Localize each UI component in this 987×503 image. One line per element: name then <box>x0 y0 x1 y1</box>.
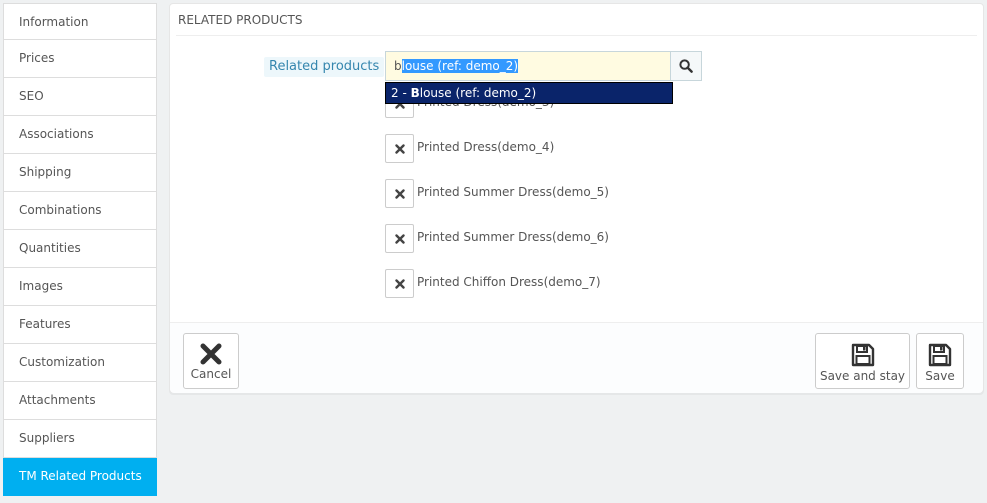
related-product-name: Printed Summer Dress(demo_6) <box>417 230 609 244</box>
tab-tm-related-products[interactable]: TM Related Products <box>3 458 157 496</box>
search-icon <box>679 59 693 73</box>
panel-footer: Cancel Save and stay Save <box>170 322 983 393</box>
save-icon <box>851 343 874 367</box>
search-button[interactable] <box>670 51 702 81</box>
cancel-button[interactable]: Cancel <box>183 333 239 389</box>
tab-information[interactable]: Information <box>3 3 157 40</box>
close-icon <box>394 278 405 289</box>
suggestion-prefix: 2 - <box>391 86 411 100</box>
search-autocomplete-selection: louse (ref: demo_2) <box>401 59 519 73</box>
related-products-panel: RELATED PRODUCTS Related products blouse… <box>169 3 984 393</box>
tab-seo[interactable]: SEO <box>3 78 157 116</box>
close-icon <box>200 343 222 365</box>
tab-quantities[interactable]: Quantities <box>3 230 157 268</box>
tab-features[interactable]: Features <box>3 306 157 344</box>
save-label: Save <box>925 369 955 383</box>
remove-button[interactable] <box>385 134 414 163</box>
autocomplete-suggestion[interactable]: 2 - Blouse (ref: demo_2) <box>385 82 673 104</box>
save-button[interactable]: Save <box>916 333 964 389</box>
tab-combinations[interactable]: Combinations <box>3 192 157 230</box>
product-tabs-sidebar: Information Prices SEO Associations Ship… <box>3 3 157 496</box>
tab-customization[interactable]: Customization <box>3 344 157 382</box>
suggestion-match: B <box>410 86 420 100</box>
remove-button[interactable] <box>385 179 414 208</box>
close-icon <box>394 233 405 244</box>
tab-suppliers[interactable]: Suppliers <box>3 420 157 458</box>
tab-attachments[interactable]: Attachments <box>3 382 157 420</box>
tab-prices[interactable]: Prices <box>3 40 157 78</box>
search-typed-text: b <box>394 59 402 73</box>
save-and-stay-label: Save and stay <box>819 369 906 383</box>
close-icon <box>394 188 405 199</box>
suggestion-rest: louse (ref: demo_2) <box>419 86 537 100</box>
remove-button[interactable] <box>385 269 414 298</box>
remove-button[interactable] <box>385 224 414 253</box>
cancel-label: Cancel <box>190 367 232 381</box>
tab-associations[interactable]: Associations <box>3 116 157 154</box>
close-icon <box>394 143 405 154</box>
related-product-name: Printed Chiffon Dress(demo_7) <box>417 275 601 289</box>
related-product-name: Printed Dress(demo_4) <box>417 140 555 154</box>
product-search-input[interactable]: blouse (ref: demo_2) <box>385 51 671 81</box>
tab-shipping[interactable]: Shipping <box>3 154 157 192</box>
panel-heading: RELATED PRODUCTS <box>176 4 977 36</box>
tab-images[interactable]: Images <box>3 268 157 306</box>
product-search-group: blouse (ref: demo_2) <box>385 51 702 81</box>
related-product-name: Printed Summer Dress(demo_5) <box>417 185 609 199</box>
save-and-stay-button[interactable]: Save and stay <box>815 333 910 389</box>
save-icon <box>928 343 952 367</box>
related-products-label: Related products <box>264 57 385 77</box>
